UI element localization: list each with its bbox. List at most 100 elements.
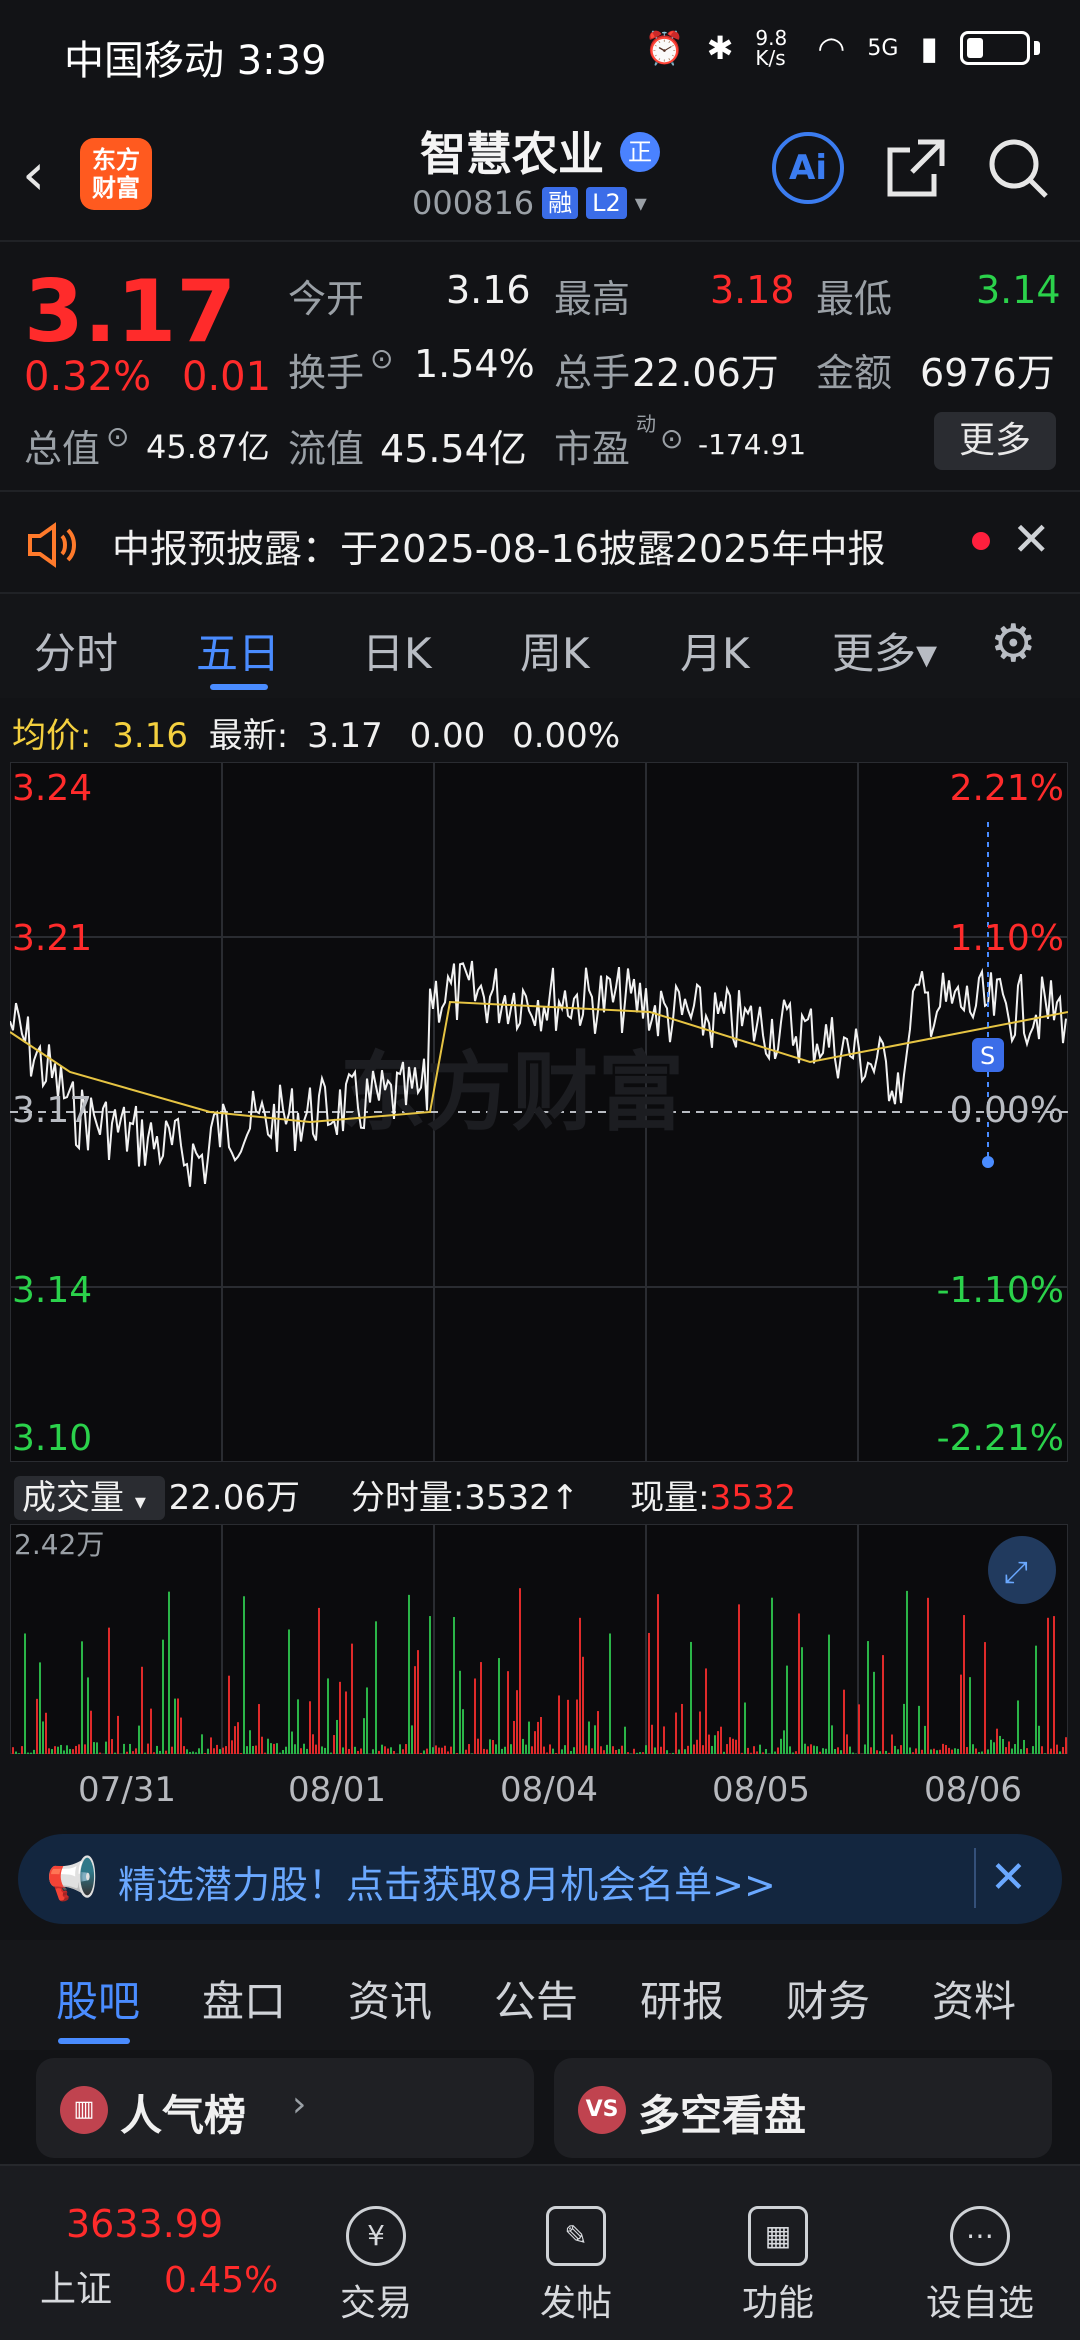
ai-button[interactable]: Ai <box>772 132 844 204</box>
volume-bar <box>894 1745 896 1754</box>
pe-value: -174.91 <box>698 428 807 461</box>
bluetooth-icon: ✱ <box>706 29 734 67</box>
info-icon[interactable]: ⊙ <box>660 422 683 455</box>
volume-select[interactable]: 成交量 ▾ <box>14 1476 165 1520</box>
tab-announcements[interactable]: 公告 <box>494 1968 578 2029</box>
volume-bar <box>30 1752 32 1754</box>
signal-icon: ▮ <box>920 29 938 67</box>
volume-bar <box>111 1739 113 1754</box>
volume-bar <box>351 1643 353 1754</box>
volume-bar <box>612 1746 614 1754</box>
volume-bar <box>447 1751 449 1754</box>
volume-bar <box>225 1746 227 1754</box>
info-icon[interactable]: ⊙ <box>106 420 129 453</box>
volume-bar <box>681 1703 683 1754</box>
stock-code-row[interactable]: 000816 融 L2 ▾ <box>412 184 647 222</box>
y-label-left-2: 3.21 <box>12 918 93 959</box>
volume-value: 22.06万 <box>632 351 779 395</box>
volume-bar <box>1008 1741 1010 1754</box>
tab-daily-k[interactable]: 日K <box>362 620 432 681</box>
tab-intraday[interactable]: 分时 <box>34 620 118 681</box>
volume-bar <box>468 1744 470 1754</box>
tab-profile[interactable]: 资料 <box>932 1968 1016 2029</box>
avg-label: 均价: <box>12 716 92 756</box>
volume-bar <box>66 1745 68 1754</box>
tab-weekly-k[interactable]: 周K <box>520 620 590 681</box>
tab-monthly-k[interactable]: 月K <box>680 620 750 681</box>
info-icon[interactable]: ⊙ <box>370 342 393 375</box>
pe-label: 市盈 <box>554 427 631 471</box>
latest-label: 最新: <box>208 716 289 756</box>
gear-icon[interactable]: ⚙ <box>990 614 1037 674</box>
index-value[interactable]: 3633.99 <box>66 2202 223 2246</box>
tab-news[interactable]: 资讯 <box>348 1968 432 2029</box>
volume-bar <box>462 1709 464 1754</box>
wifi-icon: ◠ <box>817 29 846 67</box>
volume-bar <box>942 1743 944 1754</box>
nav-functions-label: 功能 <box>741 2283 814 2324</box>
notice-bar[interactable]: 中报预披露：于2025-08-16披露2025年中报 ✕ <box>0 490 1080 594</box>
volume-bar <box>210 1737 212 1754</box>
volume-bar <box>48 1748 50 1754</box>
high-label: 最高 <box>554 277 631 321</box>
volume-bar <box>696 1739 698 1754</box>
pe-superscript: 动 <box>636 412 656 436</box>
volume-bar <box>72 1749 74 1754</box>
nav-trade[interactable]: ¥ 交易 <box>296 2206 456 2326</box>
grid-icon: ▦ <box>748 2206 808 2266</box>
volume-bar <box>510 1744 512 1754</box>
bottom-navigation: 3633.99 上证 0.45% ¥ 交易 ✎ 发帖 ▦ 功能 ⋯ 设自选 <box>0 2164 1080 2340</box>
volume-bar <box>384 1746 386 1754</box>
volume-bar <box>1062 1747 1064 1754</box>
bull-bear-title: 多空看盘 <box>638 2091 807 2140</box>
bull-bear-card[interactable]: VS 多空看盘 <box>554 2058 1052 2158</box>
five-day-price-chart[interactable]: 东方财富 S 3.24 3.21 3.17 3.14 3.10 2.21% 1.… <box>9 761 1069 1463</box>
volume-bar <box>963 1615 965 1754</box>
volume-bar <box>198 1748 200 1754</box>
volume-chart[interactable]: 2.42万 ⤢ <box>9 1523 1069 1755</box>
volume-bar <box>402 1749 404 1754</box>
chevron-down-icon: ▾ <box>634 189 647 217</box>
nav-post[interactable]: ✎ 发帖 <box>496 2206 656 2326</box>
notice-dot <box>972 532 990 550</box>
promo-banner[interactable]: 📢 精选潜力股！点击获取8月机会名单>> ✕ <box>18 1834 1062 1924</box>
volume-bar <box>1056 1744 1058 1754</box>
volume-bar <box>966 1747 968 1754</box>
volume-bar <box>933 1748 935 1754</box>
volume-bar <box>60 1744 62 1754</box>
float-label: 流值 <box>288 427 365 471</box>
volume-bar <box>132 1751 134 1754</box>
tab-orderbook[interactable]: 盘口 <box>202 1968 286 2029</box>
volume-bar <box>372 1749 374 1754</box>
volume-bar <box>918 1705 920 1754</box>
tab-forum[interactable]: 股吧 <box>56 1968 140 2029</box>
volume-bar <box>219 1749 221 1754</box>
volume-bar <box>1047 1617 1049 1754</box>
volume-bar <box>588 1721 590 1754</box>
tab-five-day[interactable]: 五日 <box>196 620 280 681</box>
volume-bar <box>495 1744 497 1754</box>
app-logo: 东方 财富 <box>80 138 152 210</box>
latest-change: 0.00 <box>409 716 486 756</box>
volume-bar <box>642 1752 644 1754</box>
share-icon[interactable] <box>884 136 948 200</box>
volume-bar <box>504 1746 506 1754</box>
nav-add-watchlist[interactable]: ⋯ 设自选 <box>900 2206 1060 2326</box>
popularity-card[interactable]: ▥ 人气榜 › <box>36 2058 534 2158</box>
volume-bar <box>417 1650 419 1754</box>
volume-bar <box>780 1738 782 1754</box>
volume-bar <box>456 1752 458 1754</box>
search-icon[interactable] <box>986 136 1050 200</box>
volume-bar <box>720 1726 722 1754</box>
back-icon[interactable]: ‹ <box>22 140 45 208</box>
more-button[interactable]: 更多 <box>934 412 1056 470</box>
volume-bar <box>57 1746 59 1754</box>
close-icon[interactable]: ✕ <box>1012 512 1051 566</box>
tab-more[interactable]: 更多▾ <box>832 620 937 681</box>
tab-finance[interactable]: 财务 <box>786 1968 870 2029</box>
close-icon[interactable]: ✕ <box>990 1852 1027 1903</box>
volume-bar <box>1020 1749 1022 1754</box>
nav-functions[interactable]: ▦ 功能 <box>698 2206 858 2326</box>
volume-bar <box>1026 1748 1028 1754</box>
tab-research[interactable]: 研报 <box>640 1968 724 2029</box>
